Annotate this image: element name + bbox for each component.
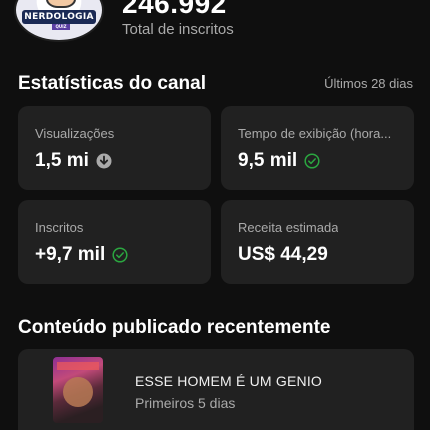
channel-header: NERDOLOGIA QUIZ [14,0,104,42]
stat-card-revenue[interactable]: Receita estimada US$ 44,29 [221,200,414,284]
stat-card-value-row: 9,5 mil [238,150,320,172]
subscriber-summary: 246.992 [108,0,368,22]
channel-avatar[interactable]: NERDOLOGIA QUIZ [14,0,104,42]
stat-card-label: Inscritos [35,220,84,235]
stat-card-label: Receita estimada [238,220,339,235]
avatar-logo-text: NERDOLOGIA [22,10,96,24]
stat-card-value: +9,7 mil [35,244,106,265]
video-period: Primeiros 5 dias [135,395,236,411]
avatar-logo-subtext: QUIZ [52,24,70,30]
stat-card-value: US$ 44,29 [238,244,328,265]
stat-card-watch-time[interactable]: Tempo de exibição (hora... 9,5 mil [221,106,414,190]
stat-card-label: Visualizações [35,126,115,141]
stat-card-value: 9,5 mil [238,150,298,171]
avatar-face-icon [46,0,76,8]
stat-card-value-row: +9,7 mil [35,244,128,266]
check-circle-icon [304,153,320,169]
stat-card-value-row: 1,5 mi [35,150,112,172]
subscriber-count: 246.992 [122,0,227,19]
stat-card-value-row: US$ 44,29 [238,244,328,266]
analytics-screen: NERDOLOGIA QUIZ 246.992 Total de inscrit… [0,0,430,430]
recent-content-title: Conteúdo publicado recentemente [18,317,331,338]
stat-card-views[interactable]: Visualizações 1,5 mi [18,106,211,190]
video-title: ESSE HOMEM É UM GENIO [135,373,322,389]
stat-card-value: 1,5 mi [35,150,89,171]
stats-section-title: Estatísticas do canal [18,73,206,94]
recent-video-item[interactable]: ESSE HOMEM É UM GENIO Primeiros 5 dias [18,349,414,430]
stat-card-subscribers[interactable]: Inscritos +9,7 mil [18,200,211,284]
stats-period: Últimos 28 dias [324,76,413,91]
arrow-down-circle-icon [96,153,112,169]
stat-card-label: Tempo de exibição (hora... [238,126,392,141]
video-thumbnail[interactable] [53,357,103,423]
subscriber-label: Total de inscritos [122,21,234,38]
check-circle-icon [112,247,128,263]
